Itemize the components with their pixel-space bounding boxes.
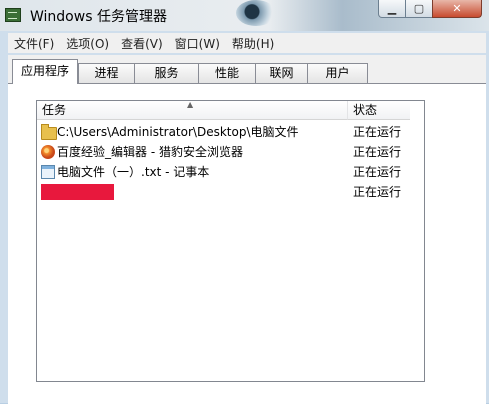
task-cell: 百度经验_编辑器 - 猎豹安全浏览器 (41, 142, 346, 162)
task-cell: 电脑文件（一）.txt - 记事本 (41, 162, 346, 182)
tab-processes[interactable]: 进程 (78, 63, 135, 83)
task-name: 百度经验_编辑器 - 猎豹安全浏览器 (57, 145, 243, 159)
tab-networking[interactable]: 联网 (255, 63, 308, 83)
task-row[interactable]: 百度经验_编辑器 - 猎豹安全浏览器 正在运行 (37, 142, 410, 162)
task-status: 正在运行 (353, 145, 402, 159)
browser-icon (41, 145, 55, 159)
tab-services[interactable]: 服务 (134, 63, 199, 83)
task-row[interactable]: 正在运行 (37, 182, 410, 202)
tab-applications[interactable]: 应用程序 (12, 59, 78, 84)
column-header-task[interactable]: ▲ 任务 (37, 100, 348, 120)
task-name: C:\Users\Administrator\Desktop\电脑文件 (57, 125, 299, 139)
close-button[interactable]: ✕ (432, 0, 482, 18)
minimize-button[interactable]: ▁ (378, 0, 406, 18)
task-name: 电脑文件（一）.txt - 记事本 (57, 165, 210, 179)
menu-help[interactable]: 帮助(H) (226, 35, 280, 52)
task-cell: C:\Users\Administrator\Desktop\电脑文件 (41, 122, 346, 142)
task-list[interactable]: ▲ 任务 状态 C:\Users\Administrator\Desktop\电… (36, 100, 425, 382)
title-bar[interactable]: Windows 任务管理器 ▁ ▢ ✕ (0, 0, 489, 31)
list-right-gutter (410, 101, 424, 381)
background-blur-graphic (236, 0, 276, 26)
maximize-icon: ▢ (413, 2, 425, 15)
tab-users[interactable]: 用户 (307, 63, 368, 83)
menu-options[interactable]: 选项(O) (60, 35, 115, 52)
redacted-block (41, 184, 114, 200)
task-row[interactable]: C:\Users\Administrator\Desktop\电脑文件 正在运行 (37, 122, 410, 142)
maximize-button[interactable]: ▢ (405, 0, 433, 18)
menu-bar: 文件(F) 选项(O) 查看(V) 窗口(W) 帮助(H) (8, 33, 486, 53)
applications-panel: ▲ 任务 状态 C:\Users\Administrator\Desktop\电… (8, 83, 486, 404)
task-status: 正在运行 (353, 185, 402, 199)
close-icon: ✕ (452, 2, 462, 15)
menu-file[interactable]: 文件(F) (8, 35, 60, 52)
task-manager-icon (5, 8, 21, 22)
notepad-icon (41, 165, 55, 179)
menu-view[interactable]: 查看(V) (115, 35, 169, 52)
folder-icon (41, 124, 57, 140)
task-row[interactable]: 电脑文件（一）.txt - 记事本 正在运行 (37, 162, 410, 182)
task-status: 正在运行 (353, 125, 402, 139)
column-header-status[interactable]: 状态 (348, 101, 410, 120)
column-status-label: 状态 (353, 103, 378, 117)
menu-window[interactable]: 窗口(W) (169, 35, 226, 52)
window-title: Windows 任务管理器 (30, 9, 167, 25)
window-frame: 文件(F) 选项(O) 查看(V) 窗口(W) 帮助(H) 应用程序 进程 服务… (0, 31, 489, 404)
column-task-label: 任务 (42, 103, 67, 117)
minimize-icon: ▁ (387, 2, 397, 15)
task-status: 正在运行 (353, 165, 402, 179)
task-cell (41, 182, 346, 202)
sort-up-icon: ▲ (187, 100, 194, 109)
tab-performance[interactable]: 性能 (198, 63, 256, 83)
